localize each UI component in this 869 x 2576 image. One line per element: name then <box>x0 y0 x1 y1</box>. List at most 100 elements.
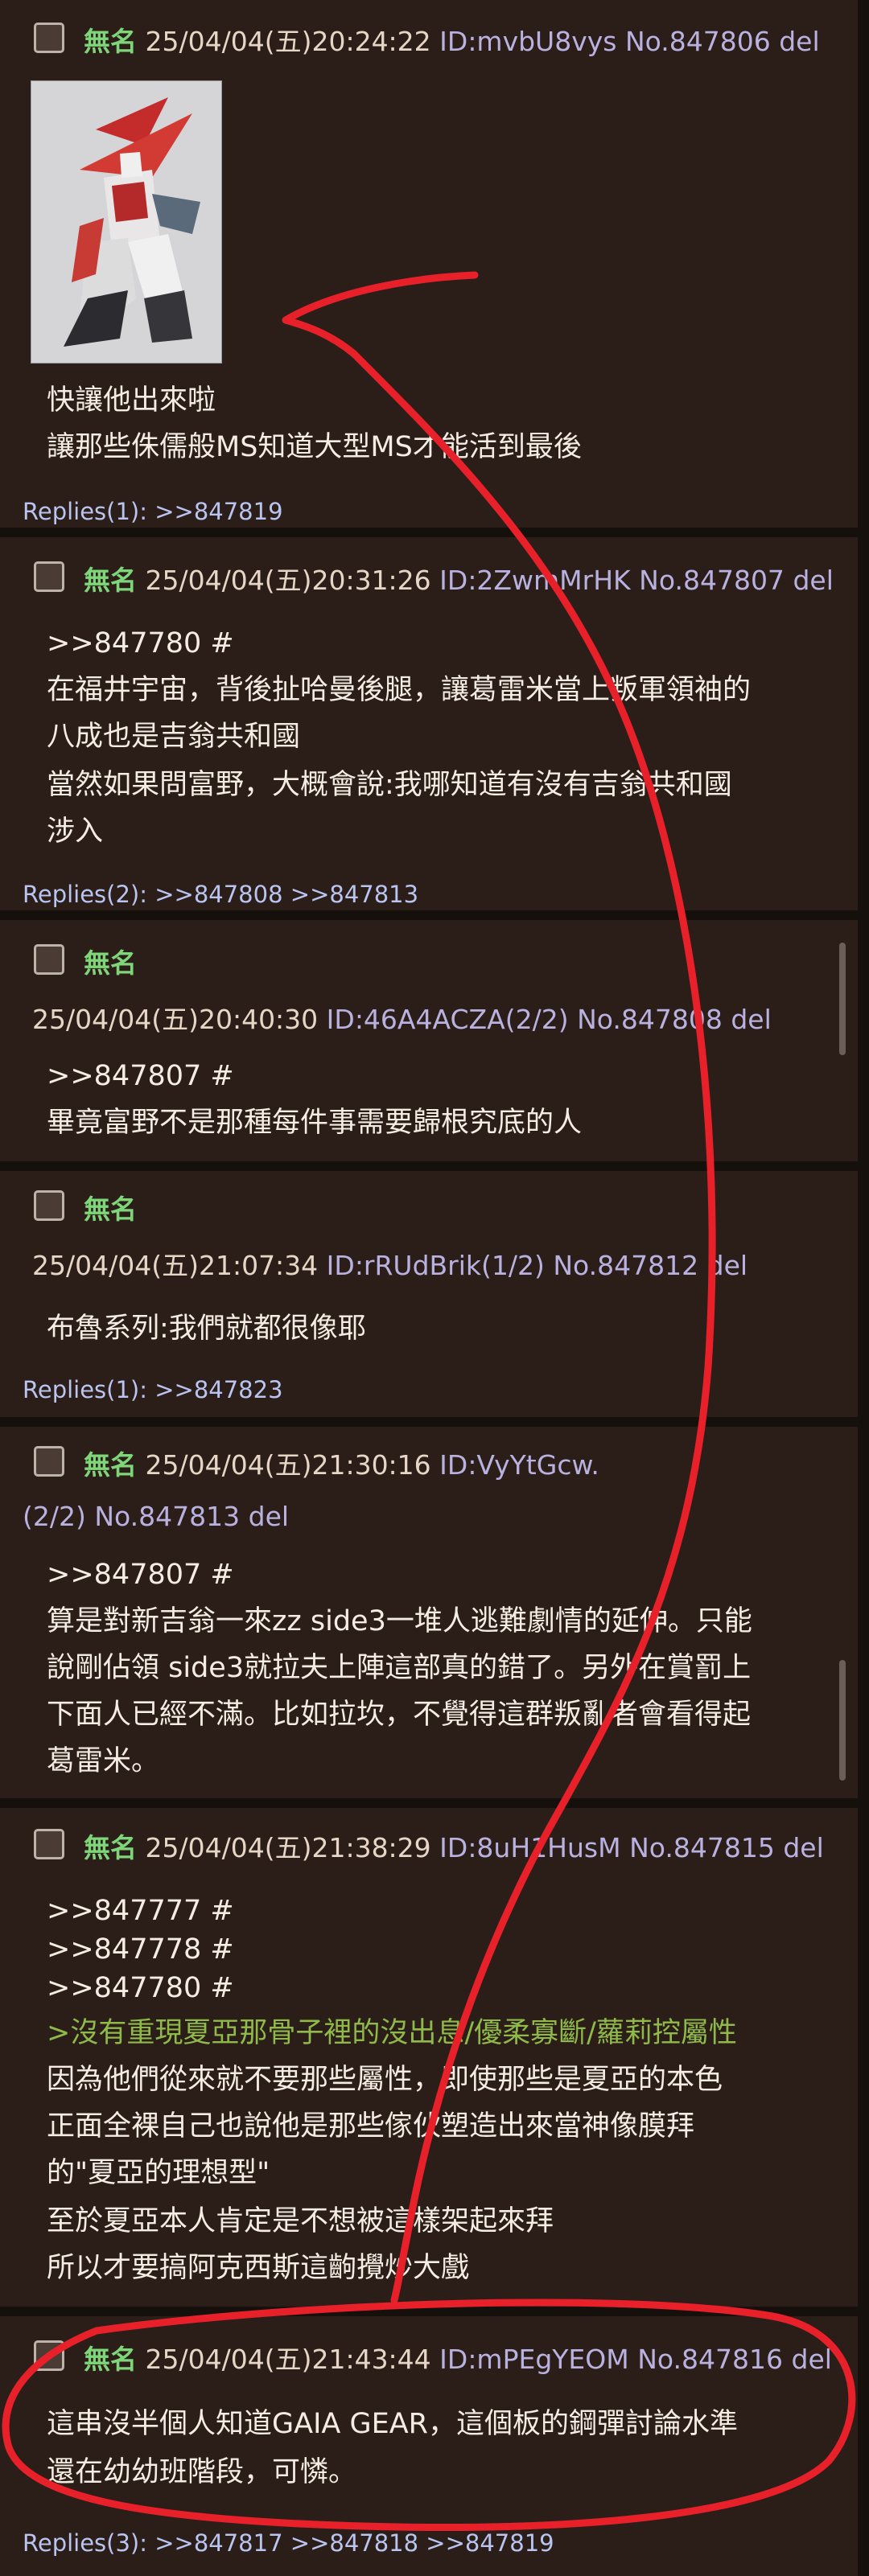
post-body-line: 的"夏亞的理想型" <box>47 2157 270 2189</box>
post-separator <box>0 1161 869 1171</box>
post-number[interactable]: No.847807 <box>639 565 785 596</box>
select-checkbox[interactable] <box>34 2340 64 2371</box>
poster-name: 無名 <box>84 1449 137 1481</box>
delete-link[interactable]: del <box>792 2344 832 2375</box>
quote-link[interactable]: >>847780 # <box>47 624 234 663</box>
post-datetime: 25/04/04(五)20:31:26 <box>145 565 431 596</box>
post-body-line: 當然如果問富野，大概會說:我哪知道有沒有吉翁共和國 <box>47 769 732 801</box>
delete-link[interactable]: del <box>731 1004 771 1035</box>
post-datetime: 25/04/04(五)20:40:30 <box>32 1004 319 1035</box>
post-body-line: 所以才要搞阿克西斯這齣攪炒大戲 <box>47 2252 470 2284</box>
reply-link[interactable]: >>847819 <box>426 2529 554 2557</box>
post-body-line: 讓那些侏儒般MS知道大型MS才能活到最後 <box>47 431 582 463</box>
poster-name: 無名 <box>84 947 137 979</box>
poster-name: 無名 <box>84 565 137 596</box>
quote-link[interactable]: >>847777 # <box>47 1892 234 1930</box>
reply-link[interactable]: >>847818 <box>290 2529 418 2557</box>
reply-link[interactable]: >>847817 <box>154 2529 282 2557</box>
select-checkbox[interactable] <box>34 1190 64 1221</box>
replies-row: Replies(2): >>847808 >>847813 <box>23 875 418 914</box>
reply-link[interactable]: >>847813 <box>290 881 418 908</box>
post-847808: 無名 25/04/04(五)20:40:30 ID:46A4ACZA(2/2) … <box>0 920 858 1161</box>
scrollbar[interactable] <box>839 943 846 1055</box>
post-847807: 無名 25/04/04(五)20:31:26 ID:2ZwmMrHK No.84… <box>0 537 858 910</box>
post-separator <box>0 1798 869 1808</box>
poster-id[interactable]: ID:8uH1HusM <box>439 1832 620 1863</box>
quote-link[interactable]: >>847778 # <box>47 1930 234 1969</box>
replies-label: Replies(2): <box>23 881 148 908</box>
replies-label: Replies(3): <box>23 2529 148 2557</box>
post-body-line: 至於夏亞本人肯定是不想被這樣架起來拜 <box>47 2205 554 2237</box>
post-body-line: 在福井宇宙，背後扯哈曼後腿，讓葛雷米當上叛軍領袖的 <box>47 674 752 706</box>
post-847815: 無名 25/04/04(五)21:38:29 ID:8uH1HusM No.84… <box>0 1808 858 2307</box>
post-body-line: 涉入 <box>47 816 104 848</box>
post-datetime: 25/04/04(五)20:24:22 <box>145 26 431 57</box>
post-body-line: 快讓他出來啦 <box>47 384 216 417</box>
select-checkbox[interactable] <box>34 561 64 592</box>
poster-name: 無名 <box>84 1194 137 1225</box>
poster-id[interactable]: ID:VyYtGcw. <box>439 1449 599 1481</box>
post-847812: 無名 25/04/04(五)21:07:34 ID:rRUdBrik(1/2) … <box>0 1171 858 1417</box>
select-checkbox[interactable] <box>34 23 64 53</box>
post-body-line: 這串沒半個人知道GAIA GEAR，這個板的鋼彈討論水準 <box>47 2408 738 2440</box>
post-number[interactable]: No.847813 <box>94 1501 240 1532</box>
post-body-line: 正面全裸自己也說他是那些傢伙塑造出來當神像膜拜 <box>47 2110 695 2143</box>
select-checkbox[interactable] <box>34 944 64 975</box>
poster-name: 無名 <box>84 2344 137 2375</box>
post-body-line: 下面人已經不滿。比如拉坎，不覺得這群叛亂者會看得起 <box>47 1699 752 1731</box>
poster-name: 無名 <box>84 26 137 57</box>
post-body-line: 布魯系列:我們就都很像耶 <box>47 1313 366 1345</box>
replies-row: Replies(3): >>847817 >>847818 >>847819 <box>23 2524 554 2562</box>
delete-link[interactable]: del <box>793 565 833 596</box>
poster-id-count: (2/2) <box>23 1501 86 1532</box>
post-body-line: 葛雷米。 <box>47 1745 160 1777</box>
poster-id[interactable]: ID:rRUdBrik(1/2) <box>327 1250 545 1281</box>
delete-link[interactable]: del <box>779 26 819 57</box>
poster-name: 無名 <box>84 1832 137 1863</box>
post-847806: 無名 25/04/04(五)20:24:22 ID:mvbU8vys No.84… <box>0 0 858 528</box>
quote-link[interactable]: >>847780 # <box>47 1969 234 2007</box>
reply-link[interactable]: >>847823 <box>154 1376 282 1403</box>
post-847816: 無名 25/04/04(五)21:43:44 ID:mPEgYEOM No.84… <box>0 2316 858 2576</box>
delete-link[interactable]: del <box>249 1501 289 1532</box>
post-number[interactable]: No.847806 <box>625 26 771 57</box>
replies-row: Replies(1): >>847819 <box>23 492 283 531</box>
replies-row: Replies(1): >>847823 <box>23 1370 283 1409</box>
post-separator <box>0 2307 869 2316</box>
quote-link[interactable]: >>847807 # <box>47 1057 234 1095</box>
replies-label: Replies(1): <box>23 1376 148 1403</box>
post-body-line: 算是對新吉翁一來zz side3一堆人逃難劇情的延伸。只能 <box>47 1605 752 1637</box>
delete-link[interactable]: del <box>783 1832 823 1863</box>
post-body-line: 畢竟富野不是那種每件事需要歸根究底的人 <box>47 1107 583 1139</box>
post-datetime: 25/04/04(五)21:38:29 <box>145 1832 431 1863</box>
post-datetime: 25/04/04(五)21:30:16 <box>145 1449 431 1481</box>
poster-id[interactable]: ID:mPEgYEOM <box>439 2344 629 2375</box>
poster-id[interactable]: ID:2ZwmMrHK <box>439 565 631 596</box>
poster-id[interactable]: ID:46A4ACZA(2/2) <box>327 1004 569 1035</box>
post-body-line: 因為他們從來就不要那些屬性，即使那些是夏亞的本色 <box>47 2064 723 2096</box>
post-body-line: 還在幼幼班階段，可憐。 <box>47 2456 357 2488</box>
post-847813: 無名 25/04/04(五)21:30:16 ID:VyYtGcw. (2/2)… <box>0 1427 858 1798</box>
post-datetime: 25/04/04(五)21:43:44 <box>145 2344 431 2375</box>
post-number[interactable]: No.847816 <box>637 2344 783 2375</box>
poster-id[interactable]: ID:mvbU8vys <box>439 26 616 57</box>
post-number[interactable]: No.847812 <box>553 1250 698 1281</box>
quote-link[interactable]: >>847807 # <box>47 1555 234 1594</box>
replies-label: Replies(1): <box>23 498 148 525</box>
select-checkbox[interactable] <box>34 1829 64 1859</box>
greentext-quote: >沒有重現夏亞那骨子裡的沒出息/優柔寡斷/蘿莉控屬性 <box>47 2017 737 2049</box>
post-image[interactable] <box>31 80 222 364</box>
post-number[interactable]: No.847815 <box>629 1832 775 1863</box>
post-separator <box>0 910 869 920</box>
post-body-line: 說剛佔領 side3就拉夫上陣這部真的錯了。另外在賞罰上 <box>47 1652 752 1684</box>
delete-link[interactable]: del <box>707 1250 748 1281</box>
post-separator <box>0 1417 869 1427</box>
select-checkbox[interactable] <box>34 1446 64 1477</box>
reply-link[interactable]: >>847819 <box>154 498 282 525</box>
post-body-line: 八成也是吉翁共和國 <box>47 721 301 753</box>
reply-link[interactable]: >>847808 <box>154 881 282 908</box>
post-datetime: 25/04/04(五)21:07:34 <box>32 1250 319 1281</box>
scrollbar[interactable] <box>839 1660 846 1781</box>
post-separator <box>0 528 869 537</box>
post-number[interactable]: No.847808 <box>577 1004 723 1035</box>
